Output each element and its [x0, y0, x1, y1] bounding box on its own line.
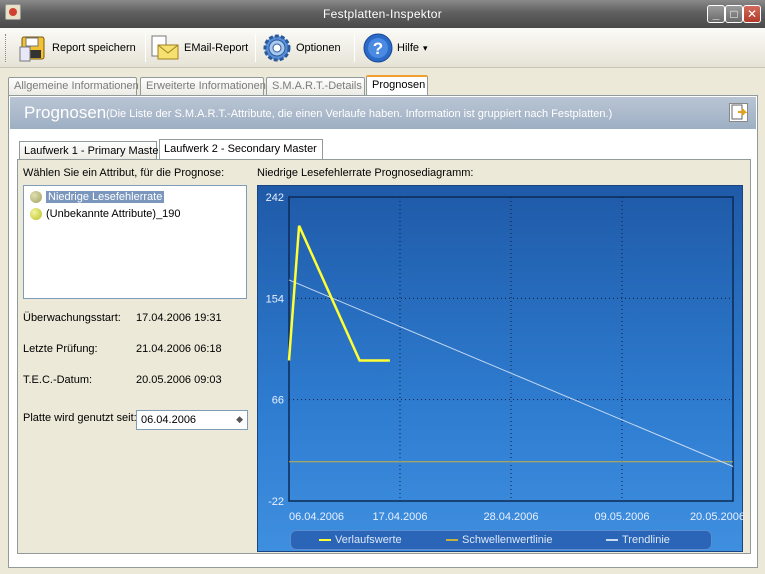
help-button[interactable]: ? Hilfe ▾	[363, 31, 428, 65]
drive-panel: Wählen Sie ein Attribut, für die Prognos…	[17, 159, 751, 554]
page-title: Prognosen	[24, 103, 107, 122]
tec-date-label: T.E.C.-Datum:	[23, 374, 93, 386]
legend-swatch	[446, 539, 458, 541]
chart-legend: Verlaufswerte Schwellenwertlinie Trendlini…	[290, 530, 712, 550]
chevron-down-icon: ▾	[423, 42, 428, 53]
legend-label: Trendlinie	[622, 534, 670, 546]
y-tick-label: 66	[272, 395, 284, 407]
save-report-label: Report speichern	[52, 42, 136, 54]
options-button[interactable]: Optionen	[262, 31, 341, 65]
export-icon[interactable]	[729, 103, 748, 122]
attribute-bullet-icon	[30, 208, 42, 220]
prognoses-page: Prognosen (Die Liste der S.M.A.R.T.-Attr…	[8, 95, 758, 568]
floppy-disk-icon	[18, 33, 48, 63]
attribute-prompt: Wählen Sie ein Attribut, für die Prognos…	[23, 167, 225, 179]
svg-text:?: ?	[373, 39, 383, 58]
used-since-date-field[interactable]: 06.04.2006 ◆	[136, 410, 248, 430]
tab-prognoses[interactable]: Prognosen	[366, 75, 428, 96]
x-tick-label: 09.05.2006	[594, 511, 649, 523]
x-tick-label: 20.05.2006	[690, 511, 744, 523]
minimize-button[interactable]: _	[707, 5, 725, 23]
tab-extended-info[interactable]: Erweiterte Informationen	[140, 77, 266, 95]
email-report-label: EMail-Report	[184, 42, 249, 54]
close-button[interactable]: ✕	[743, 5, 761, 23]
monitor-start-value: 17.04.2006 19:31	[136, 312, 222, 324]
legend-swatch	[606, 539, 618, 541]
tab-drive-2[interactable]: Laufwerk 2 - Secondary Master	[159, 139, 323, 160]
tab-general-info[interactable]: Allgemeine Informationen	[8, 77, 139, 95]
attribute-label: Niedrige Lesefehlerrate	[46, 191, 165, 203]
maximize-button[interactable]: □	[725, 5, 743, 23]
attribute-bullet-icon	[30, 191, 42, 203]
options-label: Optionen	[296, 42, 341, 54]
page-header: Prognosen (Die Liste der S.M.A.R.T.-Attr…	[10, 97, 756, 129]
title-bar: Festplatten-Inspektor _ □ ✕	[0, 0, 765, 28]
monitor-start-label: Überwachungsstart:	[23, 312, 121, 324]
used-since-value: 06.04.2006	[141, 414, 197, 426]
envelope-icon	[150, 33, 180, 63]
series-verlaufswerte	[287, 225, 390, 362]
toolbar-grip[interactable]	[5, 34, 8, 62]
tec-date-value: 20.05.2006 09:03	[136, 374, 222, 386]
help-label: Hilfe	[397, 42, 420, 54]
tab-drive-1[interactable]: Laufwerk 1 - Primary Master	[19, 141, 162, 159]
chart-svg: 242 154 66 -22 06.04.2006 17.04.2006 28.04.200…	[266, 192, 744, 523]
x-tick-label: 28.04.2006	[483, 511, 538, 523]
window-title: Festplatten-Inspektor	[322, 7, 443, 21]
tab-smart-details[interactable]: S.M.A.R.T.-Details	[266, 77, 365, 95]
toolbar: Report speichern EMail-Report Optionen ?…	[0, 28, 765, 68]
series-trendlinie	[288, 279, 734, 467]
page-subtitle: (Die Liste der S.M.A.R.T.-Attribute, die…	[106, 108, 613, 120]
chart-title: Niedrige Lesefehlerrate Prognosediagramm…	[257, 167, 474, 179]
x-tick-label: 06.04.2006	[289, 511, 344, 523]
y-tick-label: -22	[268, 496, 284, 508]
help-question-icon: ?	[363, 33, 393, 63]
legend-label: Schwellenwertlinie	[462, 534, 553, 546]
save-report-button[interactable]: Report speichern	[18, 31, 136, 65]
list-item[interactable]: (Unbekannte Attribute)_190	[30, 207, 181, 221]
last-check-label: Letzte Prüfung:	[23, 343, 98, 355]
legend-item: Trendlinie	[606, 534, 670, 546]
last-check-value: 21.04.2006 06:18	[136, 343, 222, 355]
legend-item: Schwellenwertlinie	[446, 534, 553, 546]
attribute-list[interactable]: Niedrige Lesefehlerrate (Unbekannte Attr…	[23, 185, 247, 299]
prognosis-chart: 242 154 66 -22 06.04.2006 17.04.2006 28.04.200…	[257, 185, 744, 552]
legend-item: Verlaufswerte	[319, 534, 402, 546]
email-report-button[interactable]: EMail-Report	[150, 31, 248, 65]
date-spinner-icon[interactable]: ◆	[236, 414, 243, 425]
attribute-label: (Unbekannte Attribute)_190	[46, 208, 181, 220]
gear-icon	[262, 33, 292, 63]
list-item[interactable]: Niedrige Lesefehlerrate	[30, 190, 165, 204]
used-since-label: Platte wird genutzt seit:	[23, 412, 137, 424]
x-tick-label: 17.04.2006	[372, 511, 427, 523]
y-tick-label: 242	[266, 192, 284, 204]
y-tick-label: 154	[266, 293, 284, 305]
legend-label: Verlaufswerte	[335, 534, 402, 546]
legend-swatch	[319, 539, 331, 541]
